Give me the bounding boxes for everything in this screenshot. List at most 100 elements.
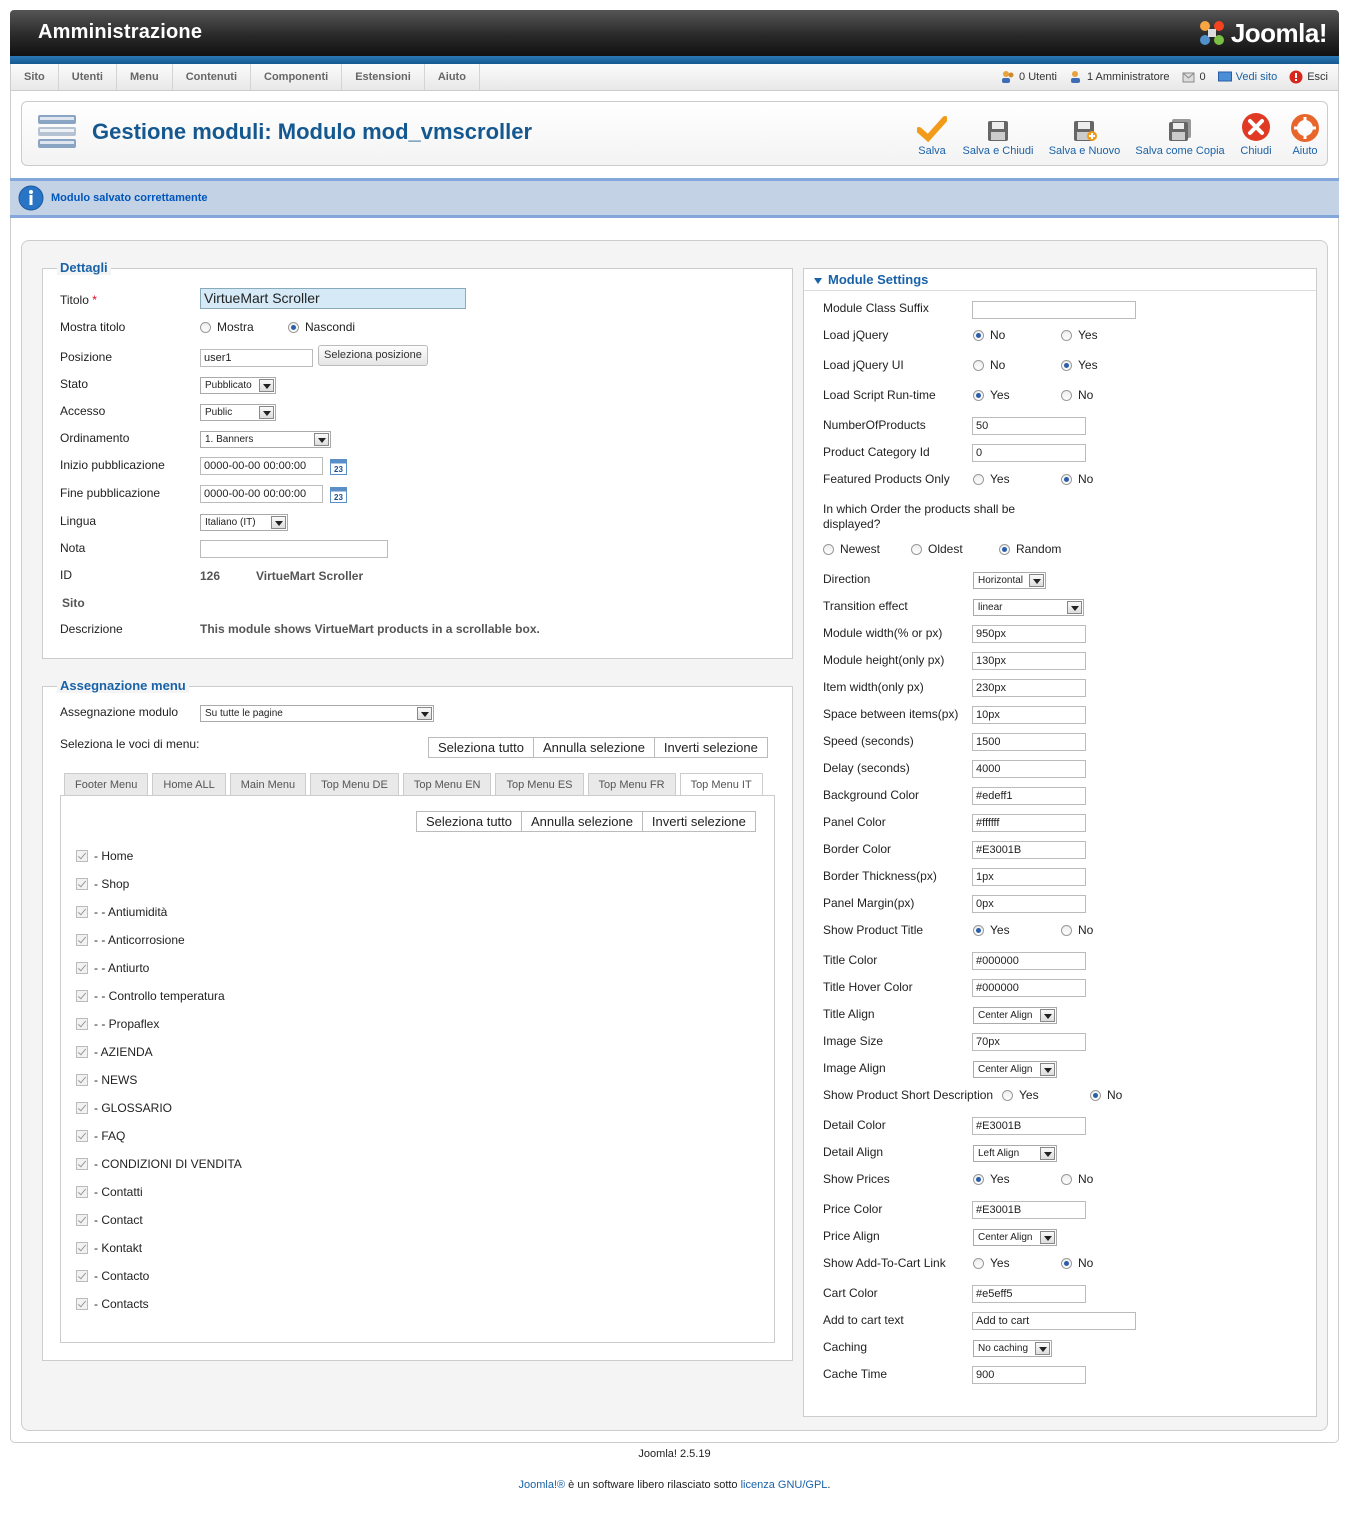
price-align-select[interactable]: Center Align [973, 1229, 1057, 1246]
featured-yes[interactable]: Yes [973, 472, 1010, 486]
checkbox[interactable] [76, 1242, 88, 1254]
ordering-select[interactable]: 1. Banners [200, 431, 331, 448]
status-users[interactable]: 0 Utenti [1001, 70, 1057, 84]
menu-item-row[interactable]: - Contact [76, 1213, 143, 1227]
checkbox[interactable] [76, 906, 88, 918]
module-settings-header[interactable]: Module Settings [804, 269, 1316, 291]
menu-extensions[interactable]: Estensioni [342, 64, 425, 90]
menu-item-row[interactable]: - GLOSSARIO [76, 1101, 172, 1115]
menu-item-row[interactable]: - - Anticorrosione [76, 933, 185, 947]
show-prices-yes[interactable]: Yes [973, 1172, 1010, 1186]
tab-top-menu-en[interactable]: Top Menu EN [402, 773, 492, 795]
menu-item-row[interactable]: - Shop [76, 877, 129, 891]
checkbox[interactable] [76, 1158, 88, 1170]
checkbox[interactable] [76, 990, 88, 1002]
title-align-select[interactable]: Center Align [973, 1007, 1057, 1024]
menu-item-row[interactable]: - AZIENDA [76, 1045, 153, 1059]
calendar-icon[interactable]: 23 [330, 486, 347, 503]
height-input[interactable]: 130px [972, 652, 1086, 670]
load-jquery-yes[interactable]: Yes [1061, 328, 1098, 342]
tab-home-all[interactable]: Home ALL [152, 773, 226, 795]
featured-no[interactable]: No [1061, 472, 1093, 486]
position-input[interactable]: user1 [200, 349, 313, 367]
order-random[interactable]: Random [999, 542, 1061, 556]
short-desc-no[interactable]: No [1090, 1088, 1122, 1102]
menu-users[interactable]: Utenti [59, 64, 117, 90]
detail-align-select[interactable]: Left Align [973, 1145, 1057, 1162]
save-copy-button[interactable]: Salva come Copia [1134, 112, 1226, 157]
show-prices-no[interactable]: No [1061, 1172, 1093, 1186]
show-title-yes[interactable]: Yes [973, 923, 1010, 937]
menu-item-row[interactable]: - NEWS [76, 1073, 137, 1087]
short-desc-yes[interactable]: Yes [1002, 1088, 1039, 1102]
select-all-button[interactable]: Seleziona tutto [417, 812, 523, 831]
direction-select[interactable]: Horizontal [973, 572, 1046, 589]
menu-content[interactable]: Contenuti [173, 64, 252, 90]
joomla-logo[interactable]: Joomla! [1197, 16, 1328, 50]
menu-item-row[interactable]: - - Propaflex [76, 1017, 159, 1031]
save-button[interactable]: Salva [912, 112, 952, 157]
checkbox[interactable] [76, 878, 88, 890]
select-all-button[interactable]: Seleziona tutto [429, 738, 535, 757]
price-color-input[interactable]: #E3001B [972, 1201, 1086, 1219]
tab-main-menu[interactable]: Main Menu [229, 773, 307, 795]
checkbox[interactable] [76, 1130, 88, 1142]
caching-select[interactable]: No caching [973, 1340, 1052, 1357]
menu-item-row[interactable]: - - Controllo temperatura [76, 989, 225, 1003]
menu-item-row[interactable]: - Contacts [76, 1297, 149, 1311]
assignment-select[interactable]: Su tutte le pagine [200, 705, 434, 722]
cart-link-yes[interactable]: Yes [973, 1256, 1010, 1270]
title-hover-input[interactable]: #000000 [972, 979, 1086, 997]
calendar-icon[interactable]: 23 [330, 458, 347, 475]
menu-item-row[interactable]: - Contacto [76, 1269, 149, 1283]
class-suffix-input[interactable] [972, 301, 1136, 319]
menu-item-row[interactable]: - Home [76, 849, 133, 863]
save-close-button[interactable]: Salva e Chiudi [962, 112, 1034, 157]
title-color-input[interactable]: #000000 [972, 952, 1086, 970]
checkbox[interactable] [76, 1018, 88, 1030]
close-button[interactable]: Chiudi [1235, 112, 1277, 157]
menu-item-row[interactable]: - Contatti [76, 1185, 143, 1199]
category-input[interactable]: 0 [972, 444, 1086, 462]
menu-components[interactable]: Componenti [251, 64, 343, 90]
publish-up-input[interactable]: 0000-00-00 00:00:00 [200, 457, 323, 475]
menu-site[interactable]: Sito [11, 64, 59, 90]
checkbox[interactable] [76, 934, 88, 946]
menu-item-row[interactable]: - FAQ [76, 1129, 125, 1143]
bg-color-input[interactable]: #edeff1 [972, 787, 1086, 805]
cart-text-input[interactable]: Add to cart [972, 1312, 1136, 1330]
item-width-input[interactable]: 230px [972, 679, 1086, 697]
menu-item-row[interactable]: - - Antiurto [76, 961, 149, 975]
checkbox[interactable] [76, 1102, 88, 1114]
space-input[interactable]: 10px [972, 706, 1086, 724]
deselect-button[interactable]: Annulla selezione [522, 812, 643, 831]
menu-item-row[interactable]: - Kontakt [76, 1241, 142, 1255]
panel-margin-input[interactable]: 0px [972, 895, 1086, 913]
checkbox[interactable] [76, 1074, 88, 1086]
deselect-button[interactable]: Annulla selezione [534, 738, 655, 757]
border-color-input[interactable]: #E3001B [972, 841, 1086, 859]
image-size-input[interactable]: 70px [972, 1033, 1086, 1051]
cart-link-no[interactable]: No [1061, 1256, 1093, 1270]
load-jquery-no[interactable]: No [973, 328, 1005, 342]
tab-footer-menu[interactable]: Footer Menu [64, 773, 149, 795]
tab-top-menu-de[interactable]: Top Menu DE [310, 773, 399, 795]
checkbox[interactable] [76, 850, 88, 862]
load-jquery-ui-yes[interactable]: Yes [1061, 358, 1098, 372]
tab-top-menu-it[interactable]: Top Menu IT [679, 773, 763, 796]
invert-selection-button[interactable]: Inverti selezione [655, 738, 767, 757]
language-select[interactable]: Italiano (IT) [200, 514, 288, 531]
status-admins[interactable]: 1 Amministratore [1069, 70, 1170, 84]
menu-help[interactable]: Aiuto [425, 64, 480, 90]
title-input[interactable]: VirtueMart Scroller [200, 288, 466, 309]
save-new-button[interactable]: Salva e Nuovo [1047, 112, 1122, 157]
tab-top-menu-es[interactable]: Top Menu ES [495, 773, 584, 795]
tab-top-menu-fr[interactable]: Top Menu FR [587, 773, 676, 795]
delay-input[interactable]: 4000 [972, 760, 1086, 778]
order-newest[interactable]: Newest [823, 542, 880, 556]
checkbox[interactable] [76, 1214, 88, 1226]
menu-item-row[interactable]: - - Antiumidità [76, 905, 167, 919]
gpl-license-link[interactable]: licenza GNU/GPL [741, 1479, 828, 1491]
access-select[interactable]: Public [200, 404, 276, 421]
help-button[interactable]: Aiuto [1287, 112, 1323, 157]
